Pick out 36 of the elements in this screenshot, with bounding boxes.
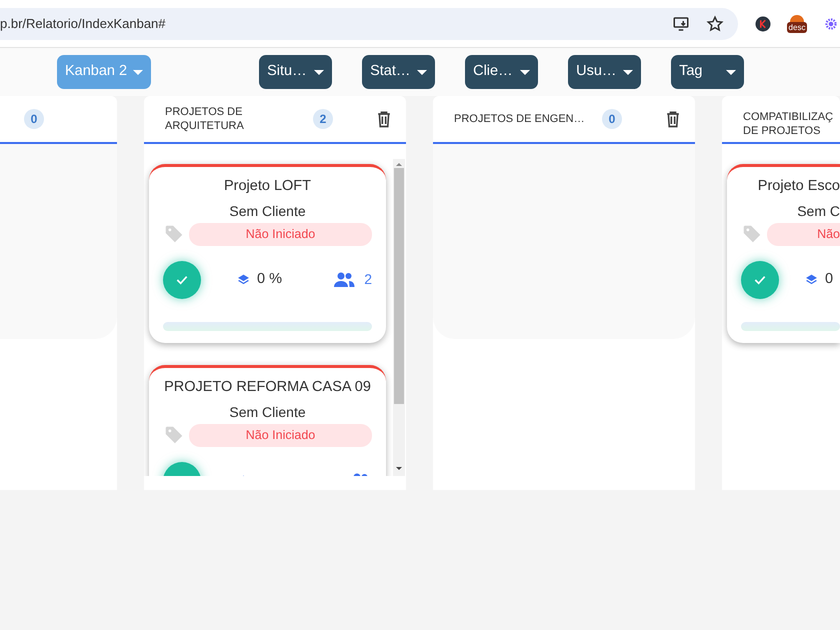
count-badge: 0 bbox=[602, 109, 622, 129]
card-title: Projeto LOFT bbox=[222, 177, 312, 196]
extension-label: desc bbox=[786, 22, 808, 32]
client-name: Sem Cliente bbox=[228, 202, 307, 221]
column-title: PROJETOS DE ENGEN… bbox=[454, 112, 586, 126]
count-badge: 0 bbox=[24, 109, 44, 129]
filter-dropdown[interactable]: Situ… bbox=[259, 55, 332, 89]
star-icon[interactable] bbox=[706, 14, 724, 32]
client-name: Sem Cliente bbox=[228, 402, 307, 422]
card-title: PROJETO REFORMA CASA 09 bbox=[163, 378, 372, 397]
layers-icon bbox=[237, 273, 250, 286]
status-tag: Não bbox=[767, 222, 840, 246]
install-icon[interactable] bbox=[672, 14, 690, 32]
column-title: COMPATIBILIZAÇ DE PROJETOS bbox=[743, 110, 834, 138]
filter-dropdown[interactable]: Usu… bbox=[568, 55, 642, 89]
status-tag: Não Iniciado bbox=[189, 222, 372, 246]
layers-icon bbox=[805, 273, 818, 286]
progress-percent: 0 % bbox=[257, 270, 282, 289]
count-badge: 2 bbox=[313, 109, 333, 129]
address-bar[interactable]: p.br/Relatorio/IndexKanban# bbox=[0, 8, 738, 40]
url-text: p.br/Relatorio/IndexKanban# bbox=[0, 14, 167, 33]
extension-icon[interactable] bbox=[754, 14, 772, 32]
card-title: Projeto Esco bbox=[756, 177, 840, 196]
progress-percent: 0 bbox=[825, 270, 834, 289]
member-count: 2 bbox=[364, 270, 372, 290]
column-title: PROJETOS DE ARQUITETURA bbox=[165, 104, 245, 134]
status-tag: Não Iniciado bbox=[189, 424, 372, 446]
scrollbar[interactable] bbox=[393, 159, 405, 476]
project-card[interactable]: PROJETO REFORMA CASA 09 Sem Cliente Não Iniciado bbox=[149, 364, 386, 476]
project-card[interactable]: Projeto Esco Sem C Não 0 bbox=[727, 164, 840, 343]
filter-dropdown[interactable]: Clie… bbox=[465, 55, 538, 89]
filter-dropdown[interactable]: Tag bbox=[671, 55, 744, 89]
client-name: Sem C bbox=[796, 202, 840, 221]
filter-dropdown[interactable]: Stat… bbox=[362, 55, 436, 89]
tag-icon bbox=[163, 424, 185, 446]
project-card[interactable]: Projeto LOFT Sem Cliente Não Iniciado 0 % 2 bbox=[149, 164, 386, 343]
